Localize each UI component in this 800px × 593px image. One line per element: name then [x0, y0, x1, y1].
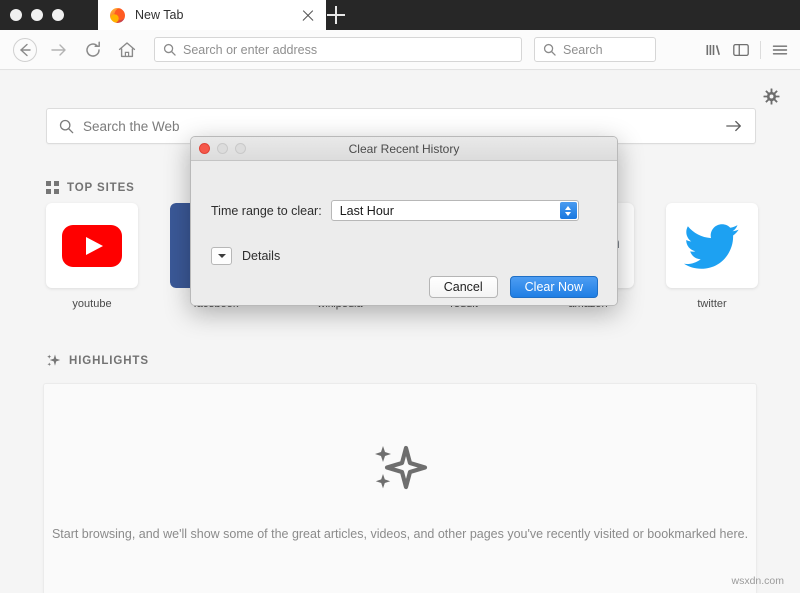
toolbar-right-group — [699, 35, 800, 65]
reload-icon — [86, 40, 100, 57]
window-minimize-button[interactable] — [31, 9, 43, 21]
menu-button[interactable] — [766, 35, 794, 65]
details-label: Details — [242, 249, 281, 263]
dialog-traffic-lights — [199, 143, 246, 154]
library-icon — [706, 44, 720, 55]
grid-icon — [46, 181, 59, 194]
watermark: wsxdn.com — [731, 575, 784, 587]
browser-tab-new-tab[interactable]: New Tab — [98, 0, 326, 30]
top-sites-heading: TOP SITES — [46, 181, 135, 194]
browser-toolbar: Search or enter address Search — [0, 30, 800, 70]
address-bar[interactable]: Search or enter address — [154, 37, 522, 62]
search-icon — [163, 43, 176, 56]
dialog-minimize-button[interactable] — [217, 143, 228, 154]
window-maximize-button[interactable] — [52, 9, 64, 21]
sidebar-icon — [733, 43, 749, 56]
dialog-buttons: Cancel Clear Now — [428, 276, 598, 298]
toolbar-divider — [760, 40, 761, 59]
window-close-button[interactable] — [10, 9, 22, 21]
new-tab-button[interactable] — [326, 5, 346, 25]
home-button[interactable] — [110, 33, 144, 67]
youtube-logo — [62, 224, 122, 267]
sidebar-button[interactable] — [727, 35, 755, 65]
dialog-titlebar: Clear Recent History — [191, 137, 617, 161]
time-range-value: Last Hour — [339, 203, 394, 218]
tab-title: New Tab — [135, 8, 184, 22]
toolbar-search-placeholder: Search — [563, 42, 603, 57]
twitter-logo — [684, 223, 739, 269]
back-button[interactable] — [8, 33, 42, 67]
back-arrow-icon — [13, 37, 37, 62]
time-range-select[interactable]: Last Hour — [330, 200, 579, 221]
highlights-empty-state: Start browsing, and we'll show some of t… — [44, 440, 756, 544]
window-traffic-lights — [10, 9, 64, 21]
top-site-thumbnail[interactable] — [666, 203, 758, 288]
firefox-logo-icon — [110, 7, 125, 23]
top-sites-heading-label: TOP SITES — [67, 181, 135, 194]
search-icon — [543, 43, 556, 56]
arrow-right-icon[interactable] — [725, 118, 743, 134]
home-icon — [118, 41, 136, 57]
library-button[interactable] — [699, 35, 727, 65]
toolbar-search-box[interactable]: Search — [534, 37, 656, 62]
forward-arrow-icon — [51, 43, 66, 56]
top-site-tile[interactable]: youtube — [46, 203, 138, 318]
details-row[interactable]: Details — [211, 247, 280, 265]
clear-now-button[interactable]: Clear Now — [509, 276, 598, 298]
top-site-thumbnail[interactable] — [46, 203, 138, 288]
dialog-close-button[interactable] — [199, 143, 210, 154]
gear-icon — [763, 88, 780, 105]
tab-close-icon[interactable] — [300, 7, 316, 23]
dialog-body: Time range to clear: Last Hour Details C… — [191, 161, 617, 305]
window-titlebar: New Tab — [0, 0, 800, 30]
stepper-updown-icon[interactable] — [559, 202, 577, 219]
highlights-empty-text: Start browsing, and we'll show some of t… — [51, 527, 749, 541]
reload-button[interactable] — [76, 33, 110, 67]
search-icon — [59, 119, 74, 133]
dialog-title: Clear Recent History — [348, 141, 460, 156]
time-range-label: Time range to clear: — [211, 203, 322, 218]
highlights-heading: HIGHLIGHTS — [46, 353, 149, 368]
dialog-maximize-button[interactable] — [235, 143, 246, 154]
sparkle-icon — [47, 354, 61, 367]
chevron-down-icon[interactable] — [211, 247, 232, 265]
forward-button[interactable] — [42, 33, 76, 67]
highlights-panel: Start browsing, and we'll show some of t… — [43, 383, 757, 593]
address-bar-placeholder: Search or enter address — [183, 42, 318, 57]
hamburger-menu-icon — [772, 45, 788, 54]
web-search-placeholder: Search the Web — [83, 118, 180, 134]
page-settings-button[interactable] — [763, 88, 780, 105]
top-site-label: youtube — [72, 298, 112, 310]
clear-recent-history-dialog: Clear Recent History Time range to clear… — [190, 136, 618, 306]
top-site-tile[interactable]: twitter — [666, 203, 758, 318]
time-range-row: Time range to clear: Last Hour — [211, 200, 579, 221]
sparkle-icon — [375, 445, 428, 490]
highlights-heading-label: HIGHLIGHTS — [69, 354, 149, 367]
top-site-label: twitter — [697, 298, 727, 310]
cancel-button[interactable]: Cancel — [428, 276, 498, 298]
